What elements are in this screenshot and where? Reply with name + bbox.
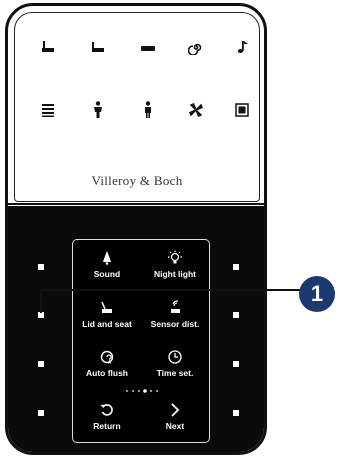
person-icon[interactable] <box>138 100 158 120</box>
menu-label: Return <box>93 421 121 431</box>
person-icon[interactable] <box>88 100 108 120</box>
right-button-1[interactable] <box>233 264 239 270</box>
panel-divider <box>8 203 264 205</box>
right-button-2[interactable] <box>233 312 239 318</box>
clock-icon <box>168 350 182 364</box>
menu-label: Auto flush <box>85 368 129 378</box>
menu-label: Night light <box>153 269 196 279</box>
callout-line-vertical <box>40 289 42 313</box>
menu-label: Sound <box>93 269 121 279</box>
seat-icon <box>101 301 112 313</box>
bell-icon <box>103 251 111 265</box>
menu-lid-and-seat[interactable]: Lid and seat <box>73 300 141 329</box>
heat-icon[interactable] <box>38 100 58 120</box>
right-button-3[interactable] <box>233 361 239 367</box>
menu-screen: Sound Night light Lid and seat Sensor di… <box>72 239 210 443</box>
menu-label: Time set. <box>156 368 194 378</box>
display-panel: Sound Night light Lid and seat Sensor di… <box>8 206 264 452</box>
menu-auto-flush[interactable]: A Auto flush <box>73 349 141 378</box>
page-dots <box>126 389 158 393</box>
left-button-3[interactable] <box>38 361 44 367</box>
spiral-icon[interactable] <box>186 37 206 57</box>
remote-control: Villeroy & Boch Sound Night light Lid an… <box>5 3 267 455</box>
menu-next[interactable]: Next <box>141 402 209 431</box>
bulb-icon <box>168 250 182 264</box>
top-control-panel: Villeroy & Boch <box>14 12 260 202</box>
menu-return[interactable]: Return <box>73 402 141 431</box>
menu-label: Next <box>165 421 185 431</box>
left-button-1[interactable] <box>38 264 44 270</box>
menu-label: Sensor dist. <box>150 319 200 329</box>
left-button-4[interactable] <box>38 410 44 416</box>
menu-sound[interactable]: Sound <box>73 250 141 279</box>
seat-open-icon[interactable] <box>38 37 58 57</box>
sensor-icon <box>171 300 180 313</box>
lid-icon[interactable] <box>138 37 158 57</box>
right-button-4[interactable] <box>233 410 239 416</box>
music-note-icon[interactable] <box>232 37 252 57</box>
callout-line-horizontal <box>40 289 300 291</box>
seat-closed-icon[interactable] <box>88 37 108 57</box>
brand-logo: Villeroy & Boch <box>91 173 183 188</box>
fan-icon[interactable] <box>186 100 206 120</box>
callout-marker: 1 <box>299 276 335 312</box>
menu-night-light[interactable]: Night light <box>141 250 209 279</box>
square-icon[interactable] <box>232 100 252 120</box>
flush-icon: A <box>100 350 114 365</box>
menu-label: Lid and seat <box>82 319 132 329</box>
chevron-right-icon <box>171 403 180 417</box>
menu-time-set[interactable]: Time set. <box>141 349 209 378</box>
menu-sensor-dist[interactable]: Sensor dist. <box>141 300 209 329</box>
return-icon <box>100 404 113 416</box>
